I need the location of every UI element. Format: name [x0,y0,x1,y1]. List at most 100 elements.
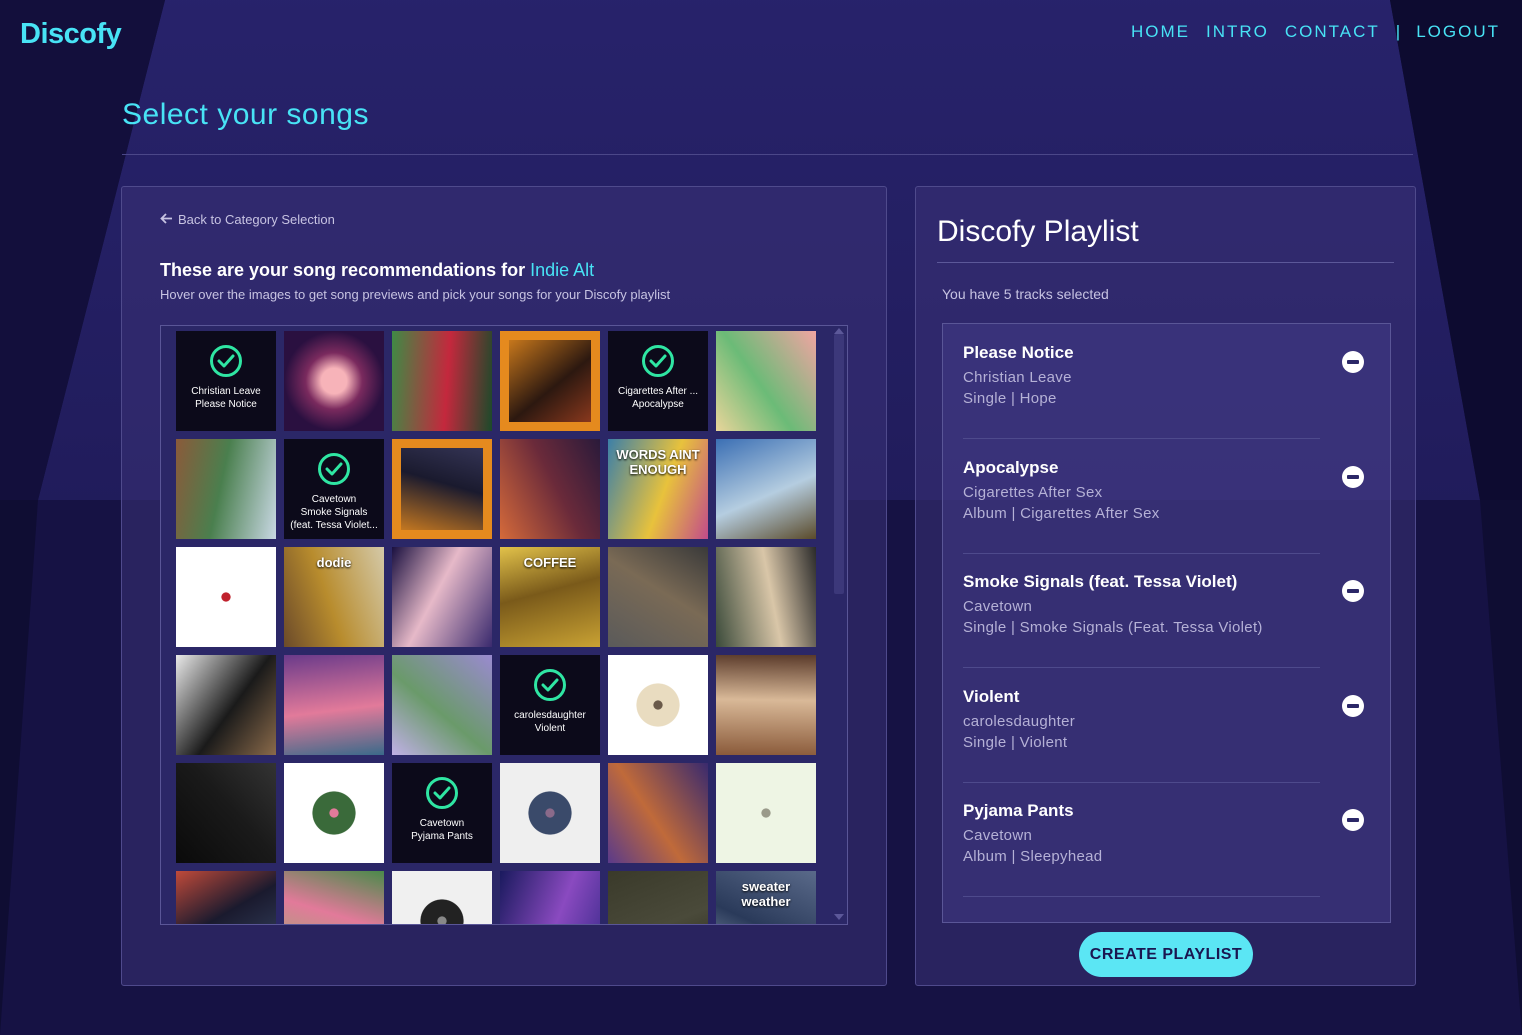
album-tile[interactable] [392,547,492,647]
top-nav: HOME INTRO CONTACT | LOGOUT [1131,22,1500,42]
track-meta: Single | Hope [963,390,1057,407]
tile-title: Pyjama Pants [411,831,473,842]
nav-contact[interactable]: CONTACT [1285,22,1380,42]
track-name: Apocalypse [963,457,1059,477]
album-tile[interactable] [716,331,816,431]
nav-intro[interactable]: INTRO [1206,22,1269,42]
tile-song-info: carolesdaughter Violent [510,709,590,735]
album-tile[interactable] [284,871,384,924]
back-link-label: Back to Category Selection [178,212,335,227]
tile-song-info: Cigarettes After ... Apocalypse [614,385,702,411]
playlist-track: Please Notice Christian Leave Single | Hop… [963,324,1364,439]
playlist-track: Apocalypse Cigarettes After Sex Album | Ci… [963,439,1364,554]
album-tile[interactable] [500,439,600,539]
album-tile[interactable]: Christian Leave Please Notice [176,331,276,431]
check-icon [426,777,458,809]
playlist-track: Violent carolesdaughter Single | Violent [963,668,1364,783]
album-grid: Christian Leave Please Notice Cigarettes A… [176,331,816,924]
tile-title: Please Notice [195,399,257,410]
album-tile[interactable] [716,547,816,647]
album-tile[interactable] [176,763,276,863]
album-tile[interactable]: sweater weather [716,871,816,924]
album-tile[interactable] [608,655,708,755]
album-tile[interactable] [500,763,600,863]
album-tile[interactable]: carolesdaughter Violent [500,655,600,755]
track-artist: Christian Leave [963,369,1072,386]
back-link[interactable]: Back to Category Selection [160,212,335,227]
album-tile[interactable] [500,871,600,924]
scroll-down-arrow-icon[interactable] [834,914,844,920]
remove-track-icon[interactable] [1342,580,1364,602]
album-tile[interactable] [392,331,492,431]
album-tile[interactable] [284,331,384,431]
album-cover-text: COFFEE [523,555,577,570]
album-tile[interactable] [500,331,600,431]
check-icon [210,345,242,377]
create-playlist-button[interactable]: CREATE PLAYLIST [1079,932,1253,977]
album-tile[interactable] [176,655,276,755]
scrollbar[interactable] [831,326,847,924]
recommendations-panel: Back to Category Selection These are you… [121,186,887,986]
track-meta: Album | Sleepyhead [963,848,1103,865]
selected-overlay: carolesdaughter Violent [500,655,600,755]
album-tile[interactable]: Cavetown Pyjama Pants [392,763,492,863]
title-divider [122,154,1413,155]
nav-separator: | [1395,22,1401,41]
category-name: Indie Alt [530,260,595,280]
recommendations-heading: These are your song recommendations for … [160,260,594,281]
album-tile[interactable] [176,871,276,924]
album-cover-text: WORDS AINT ENOUGH [616,447,700,477]
album-tile[interactable] [716,655,816,755]
track-name: Smoke Signals (feat. Tessa Violet) [963,572,1238,591]
tile-title: Apocalypse [632,399,684,410]
check-icon [534,669,566,701]
playlist-divider [937,262,1394,263]
nav-logout[interactable]: LOGOUT [1416,22,1500,42]
album-tile[interactable] [608,763,708,863]
album-tile[interactable] [716,439,816,539]
album-tile[interactable] [176,439,276,539]
tile-artist: Cavetown [311,494,357,505]
track-artist: carolesdaughter [963,712,1076,730]
nav-home[interactable]: HOME [1131,22,1190,42]
tile-title: Smoke Signals (feat. Tessa Violet... [290,507,378,531]
track-artist: Cigarettes After Sex [963,483,1103,501]
album-tile[interactable] [284,655,384,755]
logo[interactable]: Discofy [20,18,122,51]
tile-song-info: Cavetown Smoke Signals (feat. Tessa Viole… [284,493,384,532]
tile-artist: carolesdaughter [514,710,586,721]
arrow-left-icon [160,212,173,227]
remove-track-icon[interactable] [1342,465,1364,488]
album-tile[interactable]: WORDS AINT ENOUGH [608,439,708,539]
heading-prefix: These are your song recommendations for [160,260,531,280]
album-tile[interactable]: Cigarettes After ... Apocalypse [608,331,708,431]
track-name: Pyjama Pants [963,801,1074,820]
album-tile[interactable] [608,871,708,924]
album-tile[interactable]: dodie [284,547,384,647]
track-name: Violent [963,686,1020,706]
album-tile[interactable]: COFFEE [500,547,600,647]
check-icon [642,345,674,377]
scrollbar-thumb[interactable] [834,334,844,594]
album-tile[interactable]: Cavetown Smoke Signals (feat. Tessa Viole… [284,439,384,539]
track-meta: Album | Cigarettes After Sex [963,504,1160,522]
album-tile[interactable] [284,763,384,863]
selected-overlay: Cigarettes After ... Apocalypse [608,331,708,431]
selected-overlay: Christian Leave Please Notice [176,331,276,431]
album-tile[interactable] [392,655,492,755]
album-tile[interactable] [392,439,492,539]
selected-overlay: Cavetown Smoke Signals (feat. Tessa Viole… [284,439,384,539]
check-icon [318,453,350,485]
playlist-title: Discofy Playlist [937,215,1139,248]
track-artist: Cavetown [963,598,1033,615]
album-tile[interactable] [392,871,492,924]
remove-track-icon[interactable] [1342,694,1364,717]
album-cover-text: sweater weather [741,879,791,909]
album-cover-text: dodie [316,555,352,570]
remove-track-icon[interactable] [1342,809,1364,831]
tile-artist: Christian Leave [191,386,261,397]
album-tile[interactable] [176,547,276,647]
album-tile[interactable] [716,763,816,863]
album-tile[interactable] [608,547,708,647]
remove-track-icon[interactable] [1342,351,1364,373]
